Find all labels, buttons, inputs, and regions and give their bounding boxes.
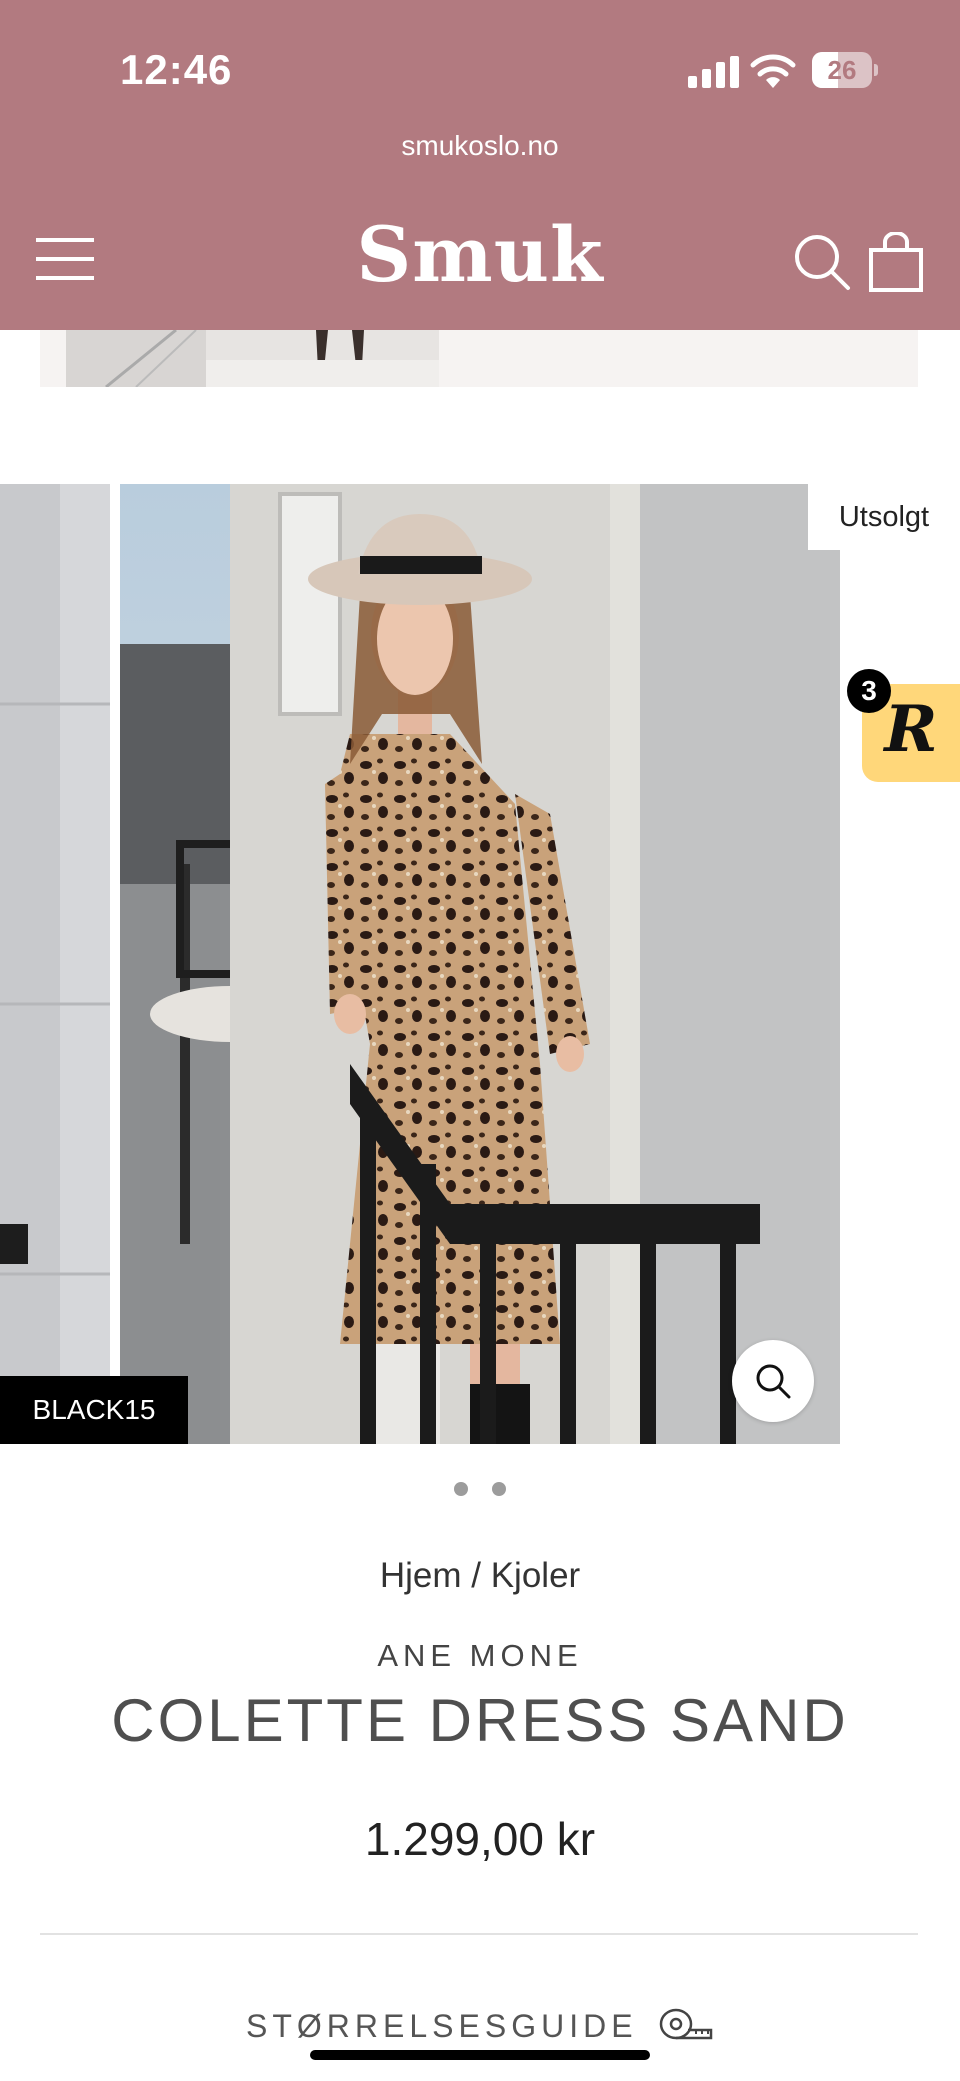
breadcrumb: Hjem / Kjoler (0, 1556, 960, 1596)
breadcrumb-separator: / (471, 1556, 481, 1595)
rewards-count-badge: 3 (847, 669, 891, 713)
browser-url[interactable]: smukoslo.no (0, 130, 960, 162)
previous-section-photo (66, 330, 439, 387)
breadcrumb-home-link[interactable]: Hjem (380, 1556, 462, 1595)
measuring-tape-icon (659, 2008, 713, 2040)
gallery-pagination (0, 1482, 960, 1502)
product-title: COLETTE DRESS SAND (111, 1687, 849, 1754)
shopping-bag-icon[interactable] (868, 232, 924, 292)
cellular-signal-icon (688, 56, 740, 88)
wifi-icon (750, 54, 796, 88)
size-guide-button[interactable]: STØRRELSESGUIDE (0, 2006, 960, 2056)
site-header: 12:46 26 smukoslo.no Smuk (0, 0, 960, 330)
battery-level-text: 26 (827, 55, 857, 85)
zoom-magnifier-icon (756, 1364, 791, 1399)
previous-gallery-slide[interactable] (0, 484, 110, 1444)
size-guide-label: STØRRELSESGUIDE (246, 2007, 638, 2044)
zoom-button[interactable] (732, 1340, 814, 1422)
product-main-image[interactable] (120, 484, 840, 1444)
gallery-dot-2[interactable] (492, 1482, 506, 1496)
battery-icon: 26 (812, 52, 878, 88)
product-gallery[interactable]: Utsolgt BLACK15 (0, 484, 960, 1444)
product-price: 1.299,00 kr (364, 1813, 596, 1865)
discount-code-badge: BLACK15 (0, 1376, 188, 1444)
gallery-dot-1[interactable] (454, 1482, 468, 1496)
sold-out-badge: Utsolgt (808, 484, 960, 550)
section-divider (40, 1933, 918, 1935)
status-time: 12:46 (120, 46, 233, 93)
breadcrumb-category-link[interactable]: Kjoler (491, 1556, 580, 1595)
home-indicator[interactable] (310, 2050, 650, 2060)
search-icon[interactable] (792, 232, 852, 292)
hamburger-menu-icon[interactable] (36, 236, 96, 282)
product-vendor[interactable]: ANE MONE (0, 1638, 960, 1674)
